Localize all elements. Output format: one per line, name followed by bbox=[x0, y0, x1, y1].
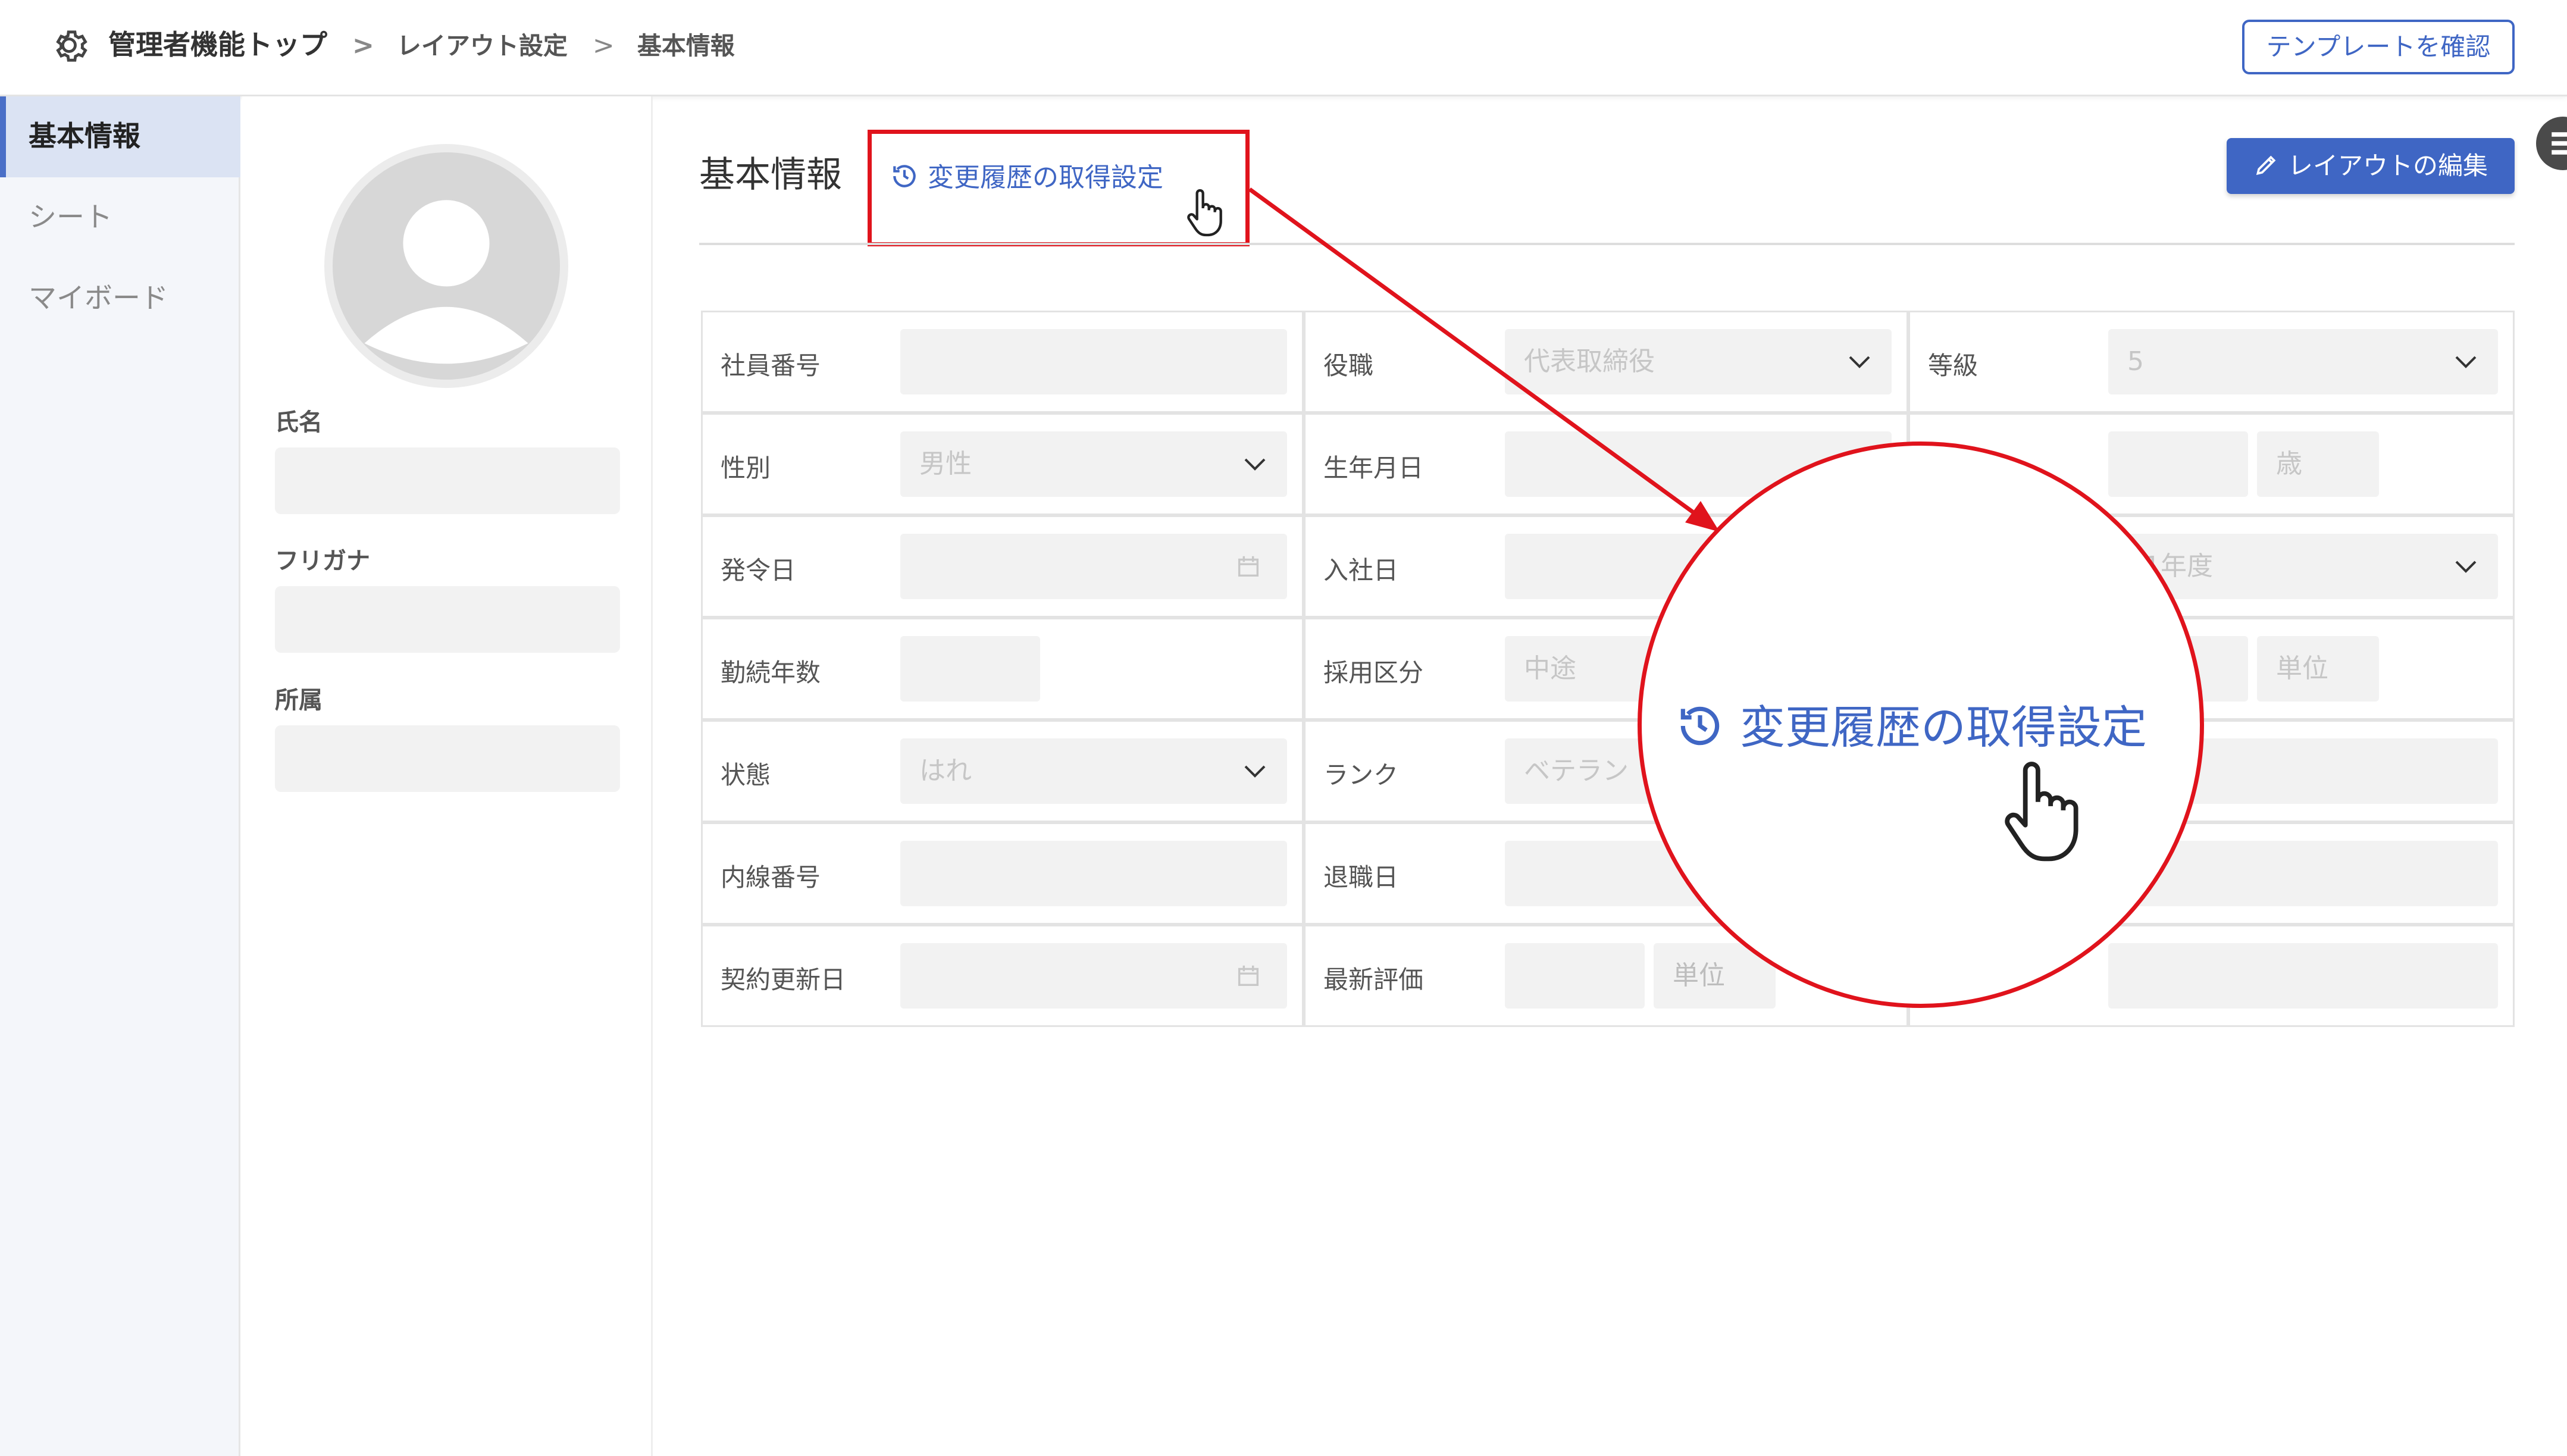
input-extension[interactable] bbox=[900, 841, 1287, 906]
breadcrumb-admin-top[interactable]: 管理者機能トップ > レイアウト設定 > 基本情報 bbox=[108, 30, 735, 61]
avatar[interactable] bbox=[324, 144, 568, 388]
unit-label: 単位 bbox=[2257, 636, 2379, 702]
calendar-icon[interactable] bbox=[1235, 553, 1262, 580]
cell-tenure: 勤続年数 bbox=[701, 618, 1304, 720]
input-tenure[interactable] bbox=[900, 636, 1040, 702]
profile-panel: 氏名 フリガナ 所属 bbox=[242, 96, 653, 1456]
input-contract-renewal[interactable] bbox=[900, 943, 1287, 1009]
chevron-down-icon bbox=[1244, 765, 1266, 778]
select-position[interactable]: 代表取締役 bbox=[1505, 329, 1892, 394]
label-birthdate: 生年月日 bbox=[1323, 453, 1424, 483]
name-field[interactable] bbox=[275, 447, 620, 514]
sidebar-item-sheet[interactable]: シート bbox=[0, 177, 240, 258]
cell-grade: 等級 5 bbox=[1908, 311, 2515, 413]
section-title: 基本情報 bbox=[699, 154, 842, 196]
age-unit: 歳 bbox=[2257, 431, 2379, 497]
zoom-callout: 変更履歴の取得設定 bbox=[1638, 442, 2204, 1008]
cell-contract-renewal: 契約更新日 bbox=[701, 925, 1304, 1027]
cell-gender: 性別 男性 bbox=[701, 413, 1304, 515]
pencil-icon bbox=[2256, 155, 2276, 176]
label-status: 状態 bbox=[721, 760, 771, 790]
input-employee-no[interactable] bbox=[900, 329, 1287, 394]
input-age[interactable] bbox=[2108, 431, 2248, 497]
label-contract-renewal: 契約更新日 bbox=[721, 965, 846, 994]
hand-cursor-icon bbox=[2005, 762, 2078, 862]
edit-layout-button[interactable]: レイアウトの編集 bbox=[2227, 138, 2515, 194]
input-latest-eval[interactable] bbox=[1505, 943, 1645, 1009]
chevron-down-icon bbox=[2455, 561, 2477, 573]
menu-toggle-icon[interactable] bbox=[2536, 117, 2567, 170]
label-retire-date: 退職日 bbox=[1323, 863, 1399, 892]
label-rank: ランク bbox=[1323, 760, 1399, 790]
cell-extension: 内線番号 bbox=[701, 822, 1304, 925]
furigana-label: フリガナ bbox=[275, 547, 370, 575]
input-row7-extra[interactable] bbox=[2108, 943, 2498, 1009]
furigana-field[interactable] bbox=[275, 586, 620, 653]
top-header: 管理者機能トップ > レイアウト設定 > 基本情報 テンプレートを確認 bbox=[0, 0, 2567, 96]
label-employee-no: 社員番号 bbox=[721, 351, 821, 380]
label-gender: 性別 bbox=[721, 453, 771, 483]
label-position: 役職 bbox=[1323, 351, 1374, 380]
breadcrumb-layout[interactable]: レイアウト設定 bbox=[397, 32, 568, 60]
cell-position: 役職 代表取締役 bbox=[1304, 311, 1908, 413]
cell-employee-no: 社員番号 bbox=[701, 311, 1304, 413]
calendar-icon[interactable] bbox=[1235, 962, 1262, 990]
zoom-history-link: 変更履歴の取得設定 bbox=[1674, 691, 2147, 756]
cell-status: 状態 はれ bbox=[701, 720, 1304, 822]
input-issue-date[interactable] bbox=[900, 534, 1287, 599]
section-divider bbox=[699, 243, 2515, 245]
breadcrumb-current: 基本情報 bbox=[637, 32, 735, 60]
department-field[interactable] bbox=[275, 725, 620, 792]
select-status[interactable]: はれ bbox=[900, 738, 1287, 804]
name-label: 氏名 bbox=[275, 409, 323, 436]
breadcrumb-separator: > bbox=[352, 30, 374, 61]
select-gender[interactable]: 男性 bbox=[900, 431, 1287, 497]
sidebar-item-basic-info[interactable]: 基本情報 bbox=[0, 96, 240, 177]
check-template-button[interactable]: テンプレートを確認 bbox=[2242, 20, 2515, 74]
sidebar-item-myboard[interactable]: マイボード bbox=[0, 258, 240, 339]
label-tenure: 勤続年数 bbox=[721, 658, 821, 687]
label-extension: 内線番号 bbox=[721, 863, 821, 892]
label-issue-date: 発令日 bbox=[721, 556, 796, 585]
gear-icon[interactable] bbox=[48, 24, 90, 67]
cell-issue-date: 発令日 bbox=[701, 515, 1304, 618]
breadcrumb-separator: > bbox=[592, 30, 615, 61]
label-latest-eval: 最新評価 bbox=[1323, 965, 1424, 994]
label-hire-date: 入社日 bbox=[1323, 556, 1399, 585]
select-grade[interactable]: 5 bbox=[2108, 329, 2498, 394]
hand-cursor-icon bbox=[1187, 189, 1222, 237]
sidebar: 基本情報 シート マイボード bbox=[0, 96, 240, 1456]
chevron-down-icon bbox=[1849, 356, 1870, 368]
label-hire-type: 採用区分 bbox=[1323, 658, 1424, 687]
user-silhouette-icon bbox=[364, 200, 528, 364]
clock-icon bbox=[1680, 706, 1720, 746]
department-label: 所属 bbox=[275, 687, 323, 714]
label-grade: 等級 bbox=[1928, 351, 1979, 380]
chevron-down-icon bbox=[2455, 356, 2477, 368]
chevron-down-icon bbox=[1244, 458, 1266, 471]
